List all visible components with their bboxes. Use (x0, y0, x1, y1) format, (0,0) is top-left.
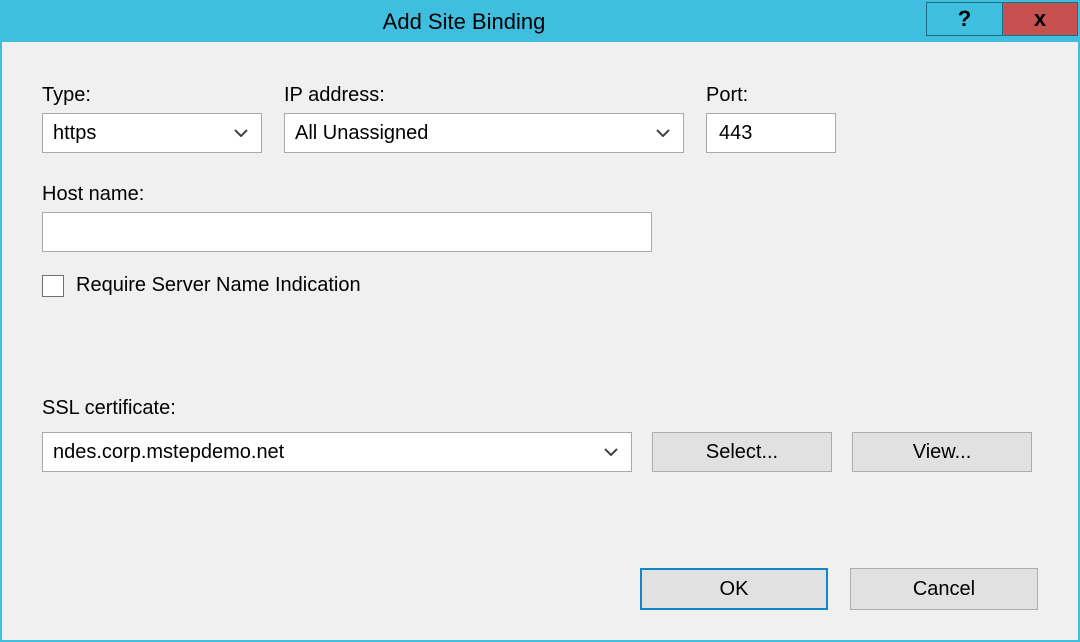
host-input[interactable] (43, 213, 651, 251)
ssl-row: ndes.corp.mstepdemo.net Select... View..… (42, 432, 1038, 472)
dialog-window: Add Site Binding ? x Type: https (0, 0, 1080, 642)
help-button[interactable]: ? (926, 2, 1002, 36)
port-input[interactable] (717, 121, 825, 146)
view-button-label: View... (913, 441, 972, 464)
close-icon: x (1034, 6, 1046, 32)
dialog-footer: OK Cancel (640, 568, 1038, 610)
chevron-down-icon (231, 129, 251, 137)
type-field: Type: https (42, 84, 262, 153)
titlebar-title: Add Site Binding (2, 2, 926, 42)
help-icon: ? (958, 6, 971, 32)
cancel-button-label: Cancel (913, 578, 975, 601)
cancel-button[interactable]: Cancel (850, 568, 1038, 610)
ssl-cert-dropdown[interactable]: ndes.corp.mstepdemo.net (42, 432, 632, 472)
ssl-cert-value: ndes.corp.mstepdemo.net (53, 441, 601, 464)
host-section: Host name: (42, 183, 1038, 252)
host-label: Host name: (42, 183, 1038, 206)
chevron-down-icon (601, 448, 621, 456)
sni-checkbox[interactable] (42, 275, 64, 297)
titlebar-controls: ? x (926, 2, 1078, 42)
binding-row: Type: https IP address: All Unassigned (42, 84, 1038, 153)
ok-button-label: OK (720, 578, 749, 601)
sni-label: Require Server Name Indication (76, 274, 361, 297)
close-button[interactable]: x (1002, 2, 1078, 36)
port-input-wrapper (706, 113, 836, 153)
chevron-down-icon (653, 129, 673, 137)
sni-row: Require Server Name Indication (42, 274, 1038, 297)
host-input-wrapper (42, 212, 652, 252)
select-button-label: Select... (706, 441, 778, 464)
port-label: Port: (706, 84, 836, 107)
ip-value: All Unassigned (295, 122, 653, 145)
dialog-content: Type: https IP address: All Unassigned (2, 44, 1078, 640)
ok-button[interactable]: OK (640, 568, 828, 610)
port-field: Port: (706, 84, 836, 153)
type-dropdown[interactable]: https (42, 113, 262, 153)
ssl-label: SSL certificate: (42, 397, 1038, 420)
titlebar: Add Site Binding ? x (2, 2, 1078, 42)
ssl-section: SSL certificate: ndes.corp.mstepdemo.net… (42, 397, 1038, 472)
select-button[interactable]: Select... (652, 432, 832, 472)
ip-label: IP address: (284, 84, 684, 107)
view-button[interactable]: View... (852, 432, 1032, 472)
type-value: https (53, 122, 231, 145)
ip-dropdown[interactable]: All Unassigned (284, 113, 684, 153)
ip-field: IP address: All Unassigned (284, 84, 684, 153)
type-label: Type: (42, 84, 262, 107)
